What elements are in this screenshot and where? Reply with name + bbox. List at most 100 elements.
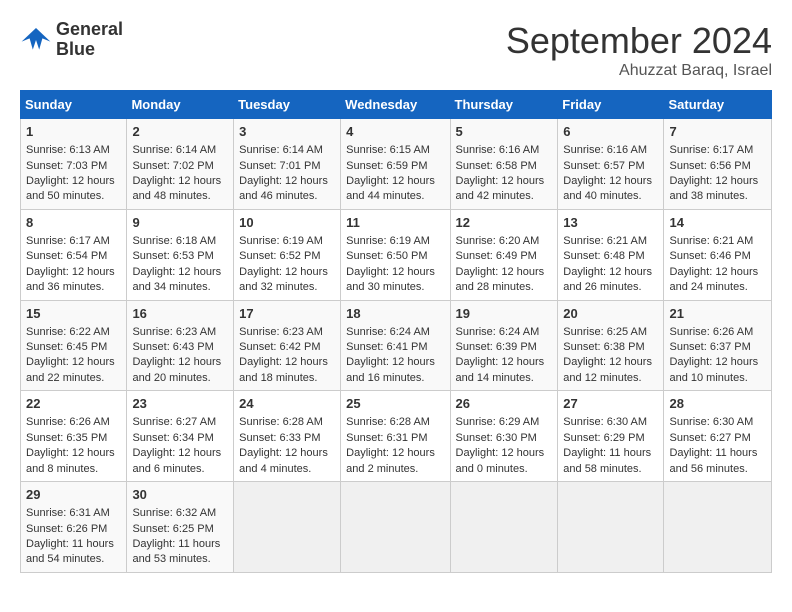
calendar-cell: 15 Sunrise: 6:22 AM Sunset: 6:45 PM Dayli… [21,300,127,391]
day-number: 14 [669,214,766,232]
day-info: Sunrise: 6:20 AM Sunset: 6:49 PM Dayligh… [456,234,553,296]
calendar-week: 8 Sunrise: 6:17 AM Sunset: 6:54 PM Daylig… [21,209,772,300]
calendar-cell: 7 Sunrise: 6:17 AM Sunset: 6:56 PM Daylig… [664,119,772,210]
calendar-cell: 22Sunrise: 6:26 AM Sunset: 6:35 PM Dayli… [21,391,127,482]
day-number: 11 [346,214,444,232]
day-info: Sunrise: 6:13 AM Sunset: 7:03 PM Dayligh… [26,143,121,205]
calendar-cell: 17 Sunrise: 6:23 AM Sunset: 6:42 PM Dayli… [234,300,341,391]
day-info: Sunrise: 6:21 AM Sunset: 6:46 PM Dayligh… [669,234,766,296]
day-info: Sunrise: 6:19 AM Sunset: 6:52 PM Dayligh… [239,234,335,296]
day-info: Sunrise: 6:27 AM Sunset: 6:34 PM Dayligh… [132,415,228,477]
page-header: General Blue September 2024 Ahuzzat Bara… [20,20,772,80]
calendar-cell: 25 Sunrise: 6:28 AM Sunset: 6:31 PM Dayli… [341,391,450,482]
day-info: Sunrise: 6:31 AM Sunset: 6:26 PM Dayligh… [26,506,121,568]
calendar-cell: 6Sunrise: 6:16 AM Sunset: 6:57 PM Daylig… [558,119,664,210]
day-number: 7 [669,123,766,141]
calendar-cell: 29 Sunrise: 6:31 AM Sunset: 6:26 PM Dayli… [21,482,127,573]
day-number: 17 [239,305,335,323]
day-number: 8 [26,214,121,232]
day-number: 2 [132,123,228,141]
day-header: Friday [558,91,664,119]
calendar-cell: 23 Sunrise: 6:27 AM Sunset: 6:34 PM Dayli… [127,391,234,482]
calendar-header: SundayMondayTuesdayWednesdayThursdayFrid… [21,91,772,119]
calendar-cell: 27 Sunrise: 6:30 AM Sunset: 6:29 PM Dayli… [558,391,664,482]
calendar-cell: 21Sunrise: 6:26 AM Sunset: 6:37 PM Dayli… [664,300,772,391]
calendar-cell: 26 Sunrise: 6:29 AM Sunset: 6:30 PM Dayli… [450,391,558,482]
calendar-week: 15 Sunrise: 6:22 AM Sunset: 6:45 PM Dayli… [21,300,772,391]
calendar-cell: 10Sunrise: 6:19 AM Sunset: 6:52 PM Dayli… [234,209,341,300]
day-info: Sunrise: 6:26 AM Sunset: 6:37 PM Dayligh… [669,325,766,387]
calendar-table: SundayMondayTuesdayWednesdayThursdayFrid… [20,90,772,573]
header-row: SundayMondayTuesdayWednesdayThursdayFrid… [21,91,772,119]
day-info: Sunrise: 6:24 AM Sunset: 6:41 PM Dayligh… [346,325,444,387]
calendar-cell: 8 Sunrise: 6:17 AM Sunset: 6:54 PM Daylig… [21,209,127,300]
day-number: 19 [456,305,553,323]
day-number: 20 [563,305,658,323]
calendar-cell: 20 Sunrise: 6:25 AM Sunset: 6:38 PM Dayli… [558,300,664,391]
location: Ahuzzat Baraq, Israel [506,62,772,80]
day-info: Sunrise: 6:25 AM Sunset: 6:38 PM Dayligh… [563,325,658,387]
day-info: Sunrise: 6:28 AM Sunset: 6:31 PM Dayligh… [346,415,444,477]
calendar-cell: 11 Sunrise: 6:19 AM Sunset: 6:50 PM Dayli… [341,209,450,300]
day-header: Thursday [450,91,558,119]
day-number: 12 [456,214,553,232]
month-title: September 2024 [506,20,772,62]
day-number: 13 [563,214,658,232]
day-header: Monday [127,91,234,119]
calendar-cell: 1Sunrise: 6:13 AM Sunset: 7:03 PM Daylig… [21,119,127,210]
logo: General Blue [20,20,123,60]
day-number: 28 [669,395,766,413]
day-header: Tuesday [234,91,341,119]
calendar-cell: 14 Sunrise: 6:21 AM Sunset: 6:46 PM Dayli… [664,209,772,300]
calendar-cell: 5 Sunrise: 6:16 AM Sunset: 6:58 PM Daylig… [450,119,558,210]
day-info: Sunrise: 6:26 AM Sunset: 6:35 PM Dayligh… [26,415,121,477]
day-number: 3 [239,123,335,141]
calendar-cell [558,482,664,573]
calendar-cell [234,482,341,573]
day-info: Sunrise: 6:19 AM Sunset: 6:50 PM Dayligh… [346,234,444,296]
day-number: 23 [132,395,228,413]
calendar-cell: 12 Sunrise: 6:20 AM Sunset: 6:49 PM Dayli… [450,209,558,300]
day-info: Sunrise: 6:23 AM Sunset: 6:42 PM Dayligh… [239,325,335,387]
day-info: Sunrise: 6:30 AM Sunset: 6:29 PM Dayligh… [563,415,658,477]
day-number: 26 [456,395,553,413]
calendar-cell: 3Sunrise: 6:14 AM Sunset: 7:01 PM Daylig… [234,119,341,210]
day-header: Wednesday [341,91,450,119]
calendar-cell: 30Sunrise: 6:32 AM Sunset: 6:25 PM Dayli… [127,482,234,573]
calendar-cell: 28Sunrise: 6:30 AM Sunset: 6:27 PM Dayli… [664,391,772,482]
day-number: 5 [456,123,553,141]
day-number: 16 [132,305,228,323]
day-number: 29 [26,486,121,504]
day-header: Sunday [21,91,127,119]
calendar-cell: 19 Sunrise: 6:24 AM Sunset: 6:39 PM Dayli… [450,300,558,391]
calendar-cell: 18Sunrise: 6:24 AM Sunset: 6:41 PM Dayli… [341,300,450,391]
day-info: Sunrise: 6:29 AM Sunset: 6:30 PM Dayligh… [456,415,553,477]
day-info: Sunrise: 6:24 AM Sunset: 6:39 PM Dayligh… [456,325,553,387]
day-info: Sunrise: 6:16 AM Sunset: 6:57 PM Dayligh… [563,143,658,205]
day-number: 27 [563,395,658,413]
calendar-body: 1Sunrise: 6:13 AM Sunset: 7:03 PM Daylig… [21,119,772,573]
calendar-cell: 9Sunrise: 6:18 AM Sunset: 6:53 PM Daylig… [127,209,234,300]
calendar-cell: 13Sunrise: 6:21 AM Sunset: 6:48 PM Dayli… [558,209,664,300]
day-info: Sunrise: 6:17 AM Sunset: 6:54 PM Dayligh… [26,234,121,296]
logo-line1: General [56,20,123,40]
day-info: Sunrise: 6:22 AM Sunset: 6:45 PM Dayligh… [26,325,121,387]
day-info: Sunrise: 6:16 AM Sunset: 6:58 PM Dayligh… [456,143,553,205]
calendar-cell: 16 Sunrise: 6:23 AM Sunset: 6:43 PM Dayli… [127,300,234,391]
day-number: 25 [346,395,444,413]
title-area: September 2024 Ahuzzat Baraq, Israel [506,20,772,80]
calendar-cell: 4Sunrise: 6:15 AM Sunset: 6:59 PM Daylig… [341,119,450,210]
day-header: Saturday [664,91,772,119]
logo-line2: Blue [56,40,123,60]
calendar-cell: 24Sunrise: 6:28 AM Sunset: 6:33 PM Dayli… [234,391,341,482]
day-number: 4 [346,123,444,141]
day-info: Sunrise: 6:23 AM Sunset: 6:43 PM Dayligh… [132,325,228,387]
calendar-cell [341,482,450,573]
day-info: Sunrise: 6:17 AM Sunset: 6:56 PM Dayligh… [669,143,766,205]
calendar-cell: 2Sunrise: 6:14 AM Sunset: 7:02 PM Daylig… [127,119,234,210]
day-number: 15 [26,305,121,323]
day-number: 30 [132,486,228,504]
calendar-cell [664,482,772,573]
logo-icon [20,24,52,56]
calendar-week: 1Sunrise: 6:13 AM Sunset: 7:03 PM Daylig… [21,119,772,210]
